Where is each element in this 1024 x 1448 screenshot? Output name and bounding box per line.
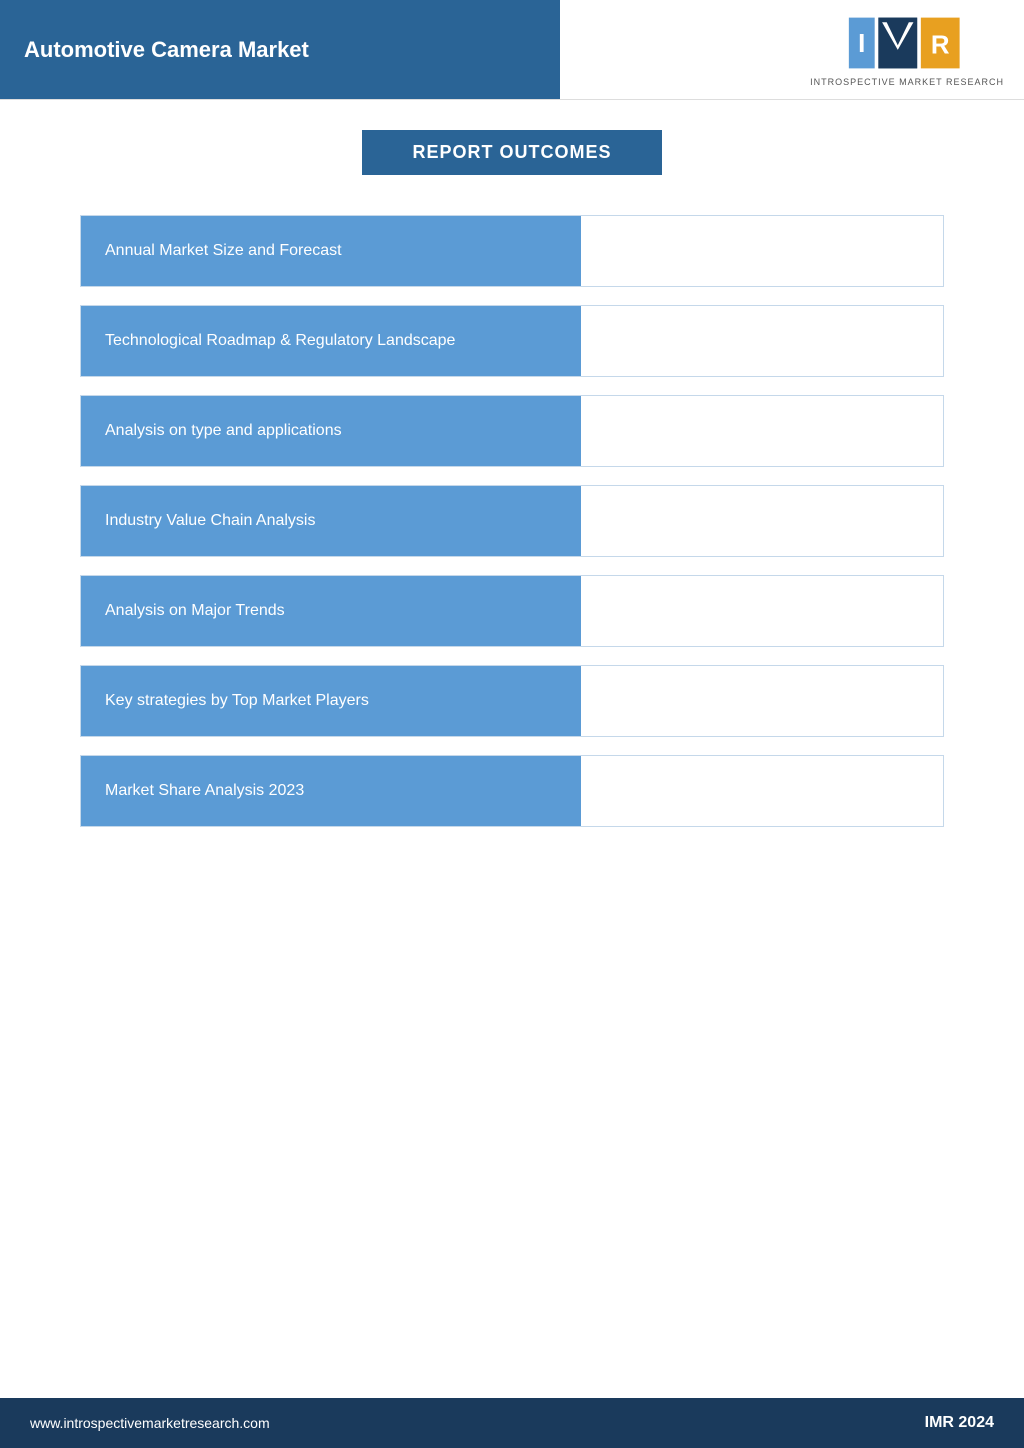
- outcome-item-3-right: [581, 396, 943, 466]
- logo-graphic: I R: [847, 13, 967, 73]
- header-title-bar: Automotive Camera Market: [0, 0, 560, 99]
- page-title: Automotive Camera Market: [24, 37, 309, 63]
- outcome-item-3-label: Analysis on type and applications: [81, 396, 581, 466]
- report-outcomes-badge: REPORT OUTCOMES: [362, 130, 661, 175]
- outcome-item-1: Annual Market Size and Forecast: [80, 215, 944, 287]
- outcome-item-5: Analysis on Major Trends: [80, 575, 944, 647]
- outcome-item-4-right: [581, 486, 943, 556]
- outcome-item-2-right: [581, 306, 943, 376]
- page-header: Automotive Camera Market I R INTROSPECTI…: [0, 0, 1024, 100]
- outcome-item-6-right: [581, 666, 943, 736]
- outcome-item-6: Key strategies by Top Market Players: [80, 665, 944, 737]
- page-footer: www.introspectivemarketresearch.com IMR …: [0, 1398, 1024, 1448]
- svg-text:R: R: [931, 31, 950, 59]
- outcome-item-7-label: Market Share Analysis 2023: [81, 756, 581, 826]
- outcome-item-1-label: Annual Market Size and Forecast: [81, 216, 581, 286]
- main-content: REPORT OUTCOMES Annual Market Size and F…: [0, 100, 1024, 875]
- outcome-item-1-right: [581, 216, 943, 286]
- outcome-item-5-label: Analysis on Major Trends: [81, 576, 581, 646]
- outcome-item-7: Market Share Analysis 2023: [80, 755, 944, 827]
- report-outcomes-header: REPORT OUTCOMES: [80, 130, 944, 175]
- outcome-item-7-right: [581, 756, 943, 826]
- outcome-items-list: Annual Market Size and Forecast Technolo…: [80, 215, 944, 827]
- outcome-item-4-label: Industry Value Chain Analysis: [81, 486, 581, 556]
- svg-text:I: I: [858, 29, 865, 57]
- outcome-item-2-label: Technological Roadmap & Regulatory Lands…: [81, 306, 581, 376]
- logo-tagline: INTROSPECTIVE MARKET RESEARCH: [810, 77, 1004, 87]
- logo-area: I R INTROSPECTIVE MARKET RESEARCH: [560, 0, 1024, 99]
- outcome-item-4: Industry Value Chain Analysis: [80, 485, 944, 557]
- outcome-item-3: Analysis on type and applications: [80, 395, 944, 467]
- footer-year: IMR 2024: [925, 1414, 994, 1432]
- outcome-item-2: Technological Roadmap & Regulatory Lands…: [80, 305, 944, 377]
- company-logo: I R INTROSPECTIVE MARKET RESEARCH: [810, 13, 1004, 87]
- outcome-item-5-right: [581, 576, 943, 646]
- footer-url: www.introspectivemarketresearch.com: [30, 1415, 270, 1431]
- outcome-item-6-label: Key strategies by Top Market Players: [81, 666, 581, 736]
